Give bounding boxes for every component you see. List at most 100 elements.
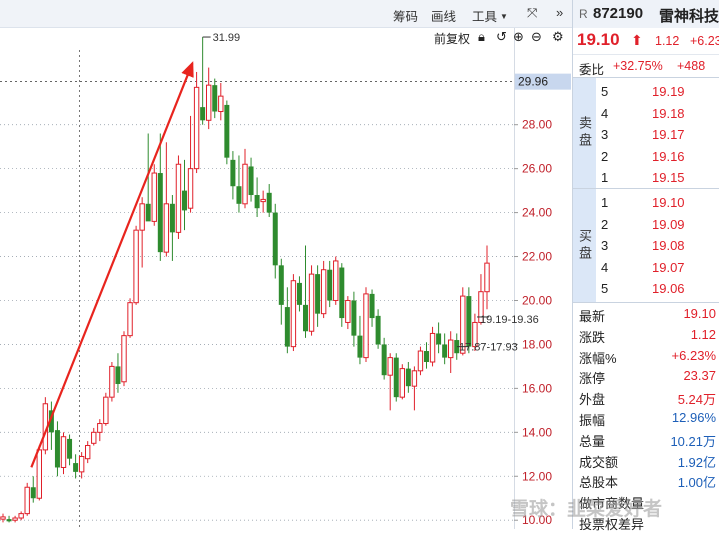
sell-level: 1 — [601, 170, 609, 185]
kline-chart-area[interactable]: 10.00 12.00 14.00 16.00 18.00 20.00 22.00 24.00… — [0, 0, 572, 529]
stat-value: 23.37 — [683, 368, 716, 384]
zoom-out-icon[interactable]: ⊖ — [531, 29, 542, 45]
stat-key: 总股本 — [579, 475, 619, 491]
stat-key: 投票权差异 — [579, 517, 645, 532]
candle-body-up — [484, 262, 490, 293]
candle-body-down — [424, 351, 429, 363]
tools-label: 工具 — [472, 10, 498, 24]
range-annotation-upper: 19.19-19.36 — [480, 314, 539, 326]
stat-row: 外盘 5.24万 — [573, 387, 719, 407]
expand-arrows-icon[interactable]: ⤧ — [527, 5, 537, 21]
stat-key: 最新 — [579, 309, 606, 324]
last-price: 19.10 — [577, 30, 620, 49]
candle-body-down — [236, 186, 242, 204]
candle-body-down — [248, 166, 254, 196]
y-tick-label: 16.00 — [522, 381, 552, 395]
sell-price: 19.16 — [652, 148, 685, 164]
sell-level: 2 — [601, 148, 609, 164]
sell-row[interactable]: 2 19.16 — [597, 146, 719, 168]
sell-row[interactable]: 3 19.17 — [597, 124, 719, 146]
candle-body-up — [290, 280, 297, 348]
candle-body-down — [339, 267, 345, 319]
zoom-in-icon[interactable]: ⊕ — [513, 29, 524, 45]
ratio-pct: +32.75% — [613, 59, 663, 73]
candle-body-down — [466, 296, 472, 347]
stat-key: 涨跌 — [579, 329, 606, 345]
y-tick-label: 26.00 — [522, 162, 552, 176]
stat-value: 12.96% — [671, 410, 716, 425]
stat-value: 1.00亿 — [677, 475, 716, 491]
candle-body-up — [218, 95, 224, 113]
stat-value: 19.10 — [683, 306, 716, 321]
lock-icon[interactable]: 🔒︎ — [478, 29, 485, 45]
y-tick-label: 28.00 — [522, 118, 552, 132]
candle-body-up — [18, 513, 24, 519]
stock-header: R 872190 雷神科技 — [573, 0, 719, 28]
buy-price: 19.07 — [652, 259, 685, 275]
gear-icon[interactable]: ⚙ — [552, 29, 564, 45]
buy-row[interactable]: 2 19.09 — [597, 214, 719, 236]
candle-body-up — [363, 293, 369, 359]
candlestick-chart[interactable]: 10.00 12.00 14.00 16.00 18.00 20.00 22.00 24.00… — [0, 0, 572, 529]
undo-icon[interactable]: ↺ — [496, 29, 507, 45]
tools-menu[interactable]: 工具 ▼ — [472, 6, 508, 25]
stat-row: 涨停 23.37 — [573, 366, 719, 386]
stat-key: 成交额 — [579, 454, 619, 470]
buy-row[interactable]: 4 19.07 — [597, 257, 719, 279]
candle-body-up — [448, 339, 454, 359]
candle-body-down — [369, 293, 375, 319]
sell-row[interactable]: 5 19.19 — [597, 81, 719, 103]
candle-body-down — [30, 487, 36, 499]
candle-body-down — [442, 344, 448, 358]
stat-value: 1.12 — [690, 326, 716, 342]
stat-value: +6.23% — [671, 347, 716, 363]
stat-row: 最新 19.10 — [573, 304, 719, 324]
y-tick-label: 14.00 — [522, 425, 552, 439]
sell-price: 19.17 — [652, 127, 685, 142]
candle-body-up — [139, 203, 145, 231]
chart-subbar: 前复权 🔒︎ ↺ ⊕ ⊖ ⚙ — [0, 28, 572, 50]
candle-body-up — [91, 431, 97, 444]
chips-button[interactable]: 筹码 — [393, 6, 418, 25]
candle-body-up — [36, 449, 42, 499]
stat-row: 振幅 12.96% — [573, 408, 719, 428]
y-tick-label: 12.00 — [522, 469, 552, 483]
candle-body-down — [169, 203, 175, 233]
price-row: 19.10 ⬆ 1.12 +6.23% — [573, 28, 719, 55]
buy-row[interactable]: 5 19.06 — [597, 278, 719, 300]
candle-body-down — [375, 315, 381, 345]
candle-body-down — [393, 357, 399, 398]
candle-body-up — [193, 86, 200, 170]
forward-adjust-button[interactable]: 前复权 — [434, 30, 470, 47]
caret-down-icon: ▼ — [500, 12, 508, 21]
stat-value: 5.24万 — [677, 392, 716, 408]
stat-row: 涨幅% +6.23% — [573, 346, 719, 366]
buy-level: 1 — [601, 195, 609, 210]
candle-body-up — [206, 84, 212, 121]
candle-body-down — [327, 269, 333, 301]
y-tick-label: 24.00 — [522, 206, 552, 220]
buy-row[interactable]: 3 19.08 — [597, 235, 719, 257]
sell-price: 19.19 — [652, 84, 685, 99]
stat-row: 投票权差异 — [573, 512, 719, 532]
candle-body-up — [175, 163, 182, 233]
buy-row[interactable]: 1 19.10 — [597, 192, 719, 214]
draw-line-button[interactable]: 画线 — [431, 6, 456, 25]
candle-body-down — [266, 192, 272, 213]
sell-row[interactable]: 1 19.15 — [597, 167, 719, 189]
double-chevron-right-icon[interactable]: » — [556, 5, 563, 20]
price-change: 1.12 — [655, 34, 680, 48]
y-tick-label: 20.00 — [522, 293, 552, 307]
ratio-label: 委比 — [579, 63, 605, 77]
candle-body-down — [296, 282, 302, 305]
candle-body-down — [405, 368, 411, 387]
stock-code: 872190 — [593, 5, 644, 22]
sell-row[interactable]: 4 19.18 — [597, 103, 719, 125]
quote-panel: R 872190 雷神科技 19.10 ⬆ 1.12 +6.23% 委比 +32… — [572, 0, 719, 532]
sell-price: 19.18 — [652, 105, 685, 121]
chart-toolbar: 筹码 画线 工具 ▼ ⤧ » — [0, 0, 572, 28]
stat-key: 做市商数量 — [579, 496, 645, 512]
candle-body-up — [24, 486, 30, 515]
stat-value: 10.21万 — [670, 433, 716, 449]
buy-book: 买盘 1 19.10 2 19.09 3 19.08 4 19.07 5 19.06 — [573, 189, 719, 303]
